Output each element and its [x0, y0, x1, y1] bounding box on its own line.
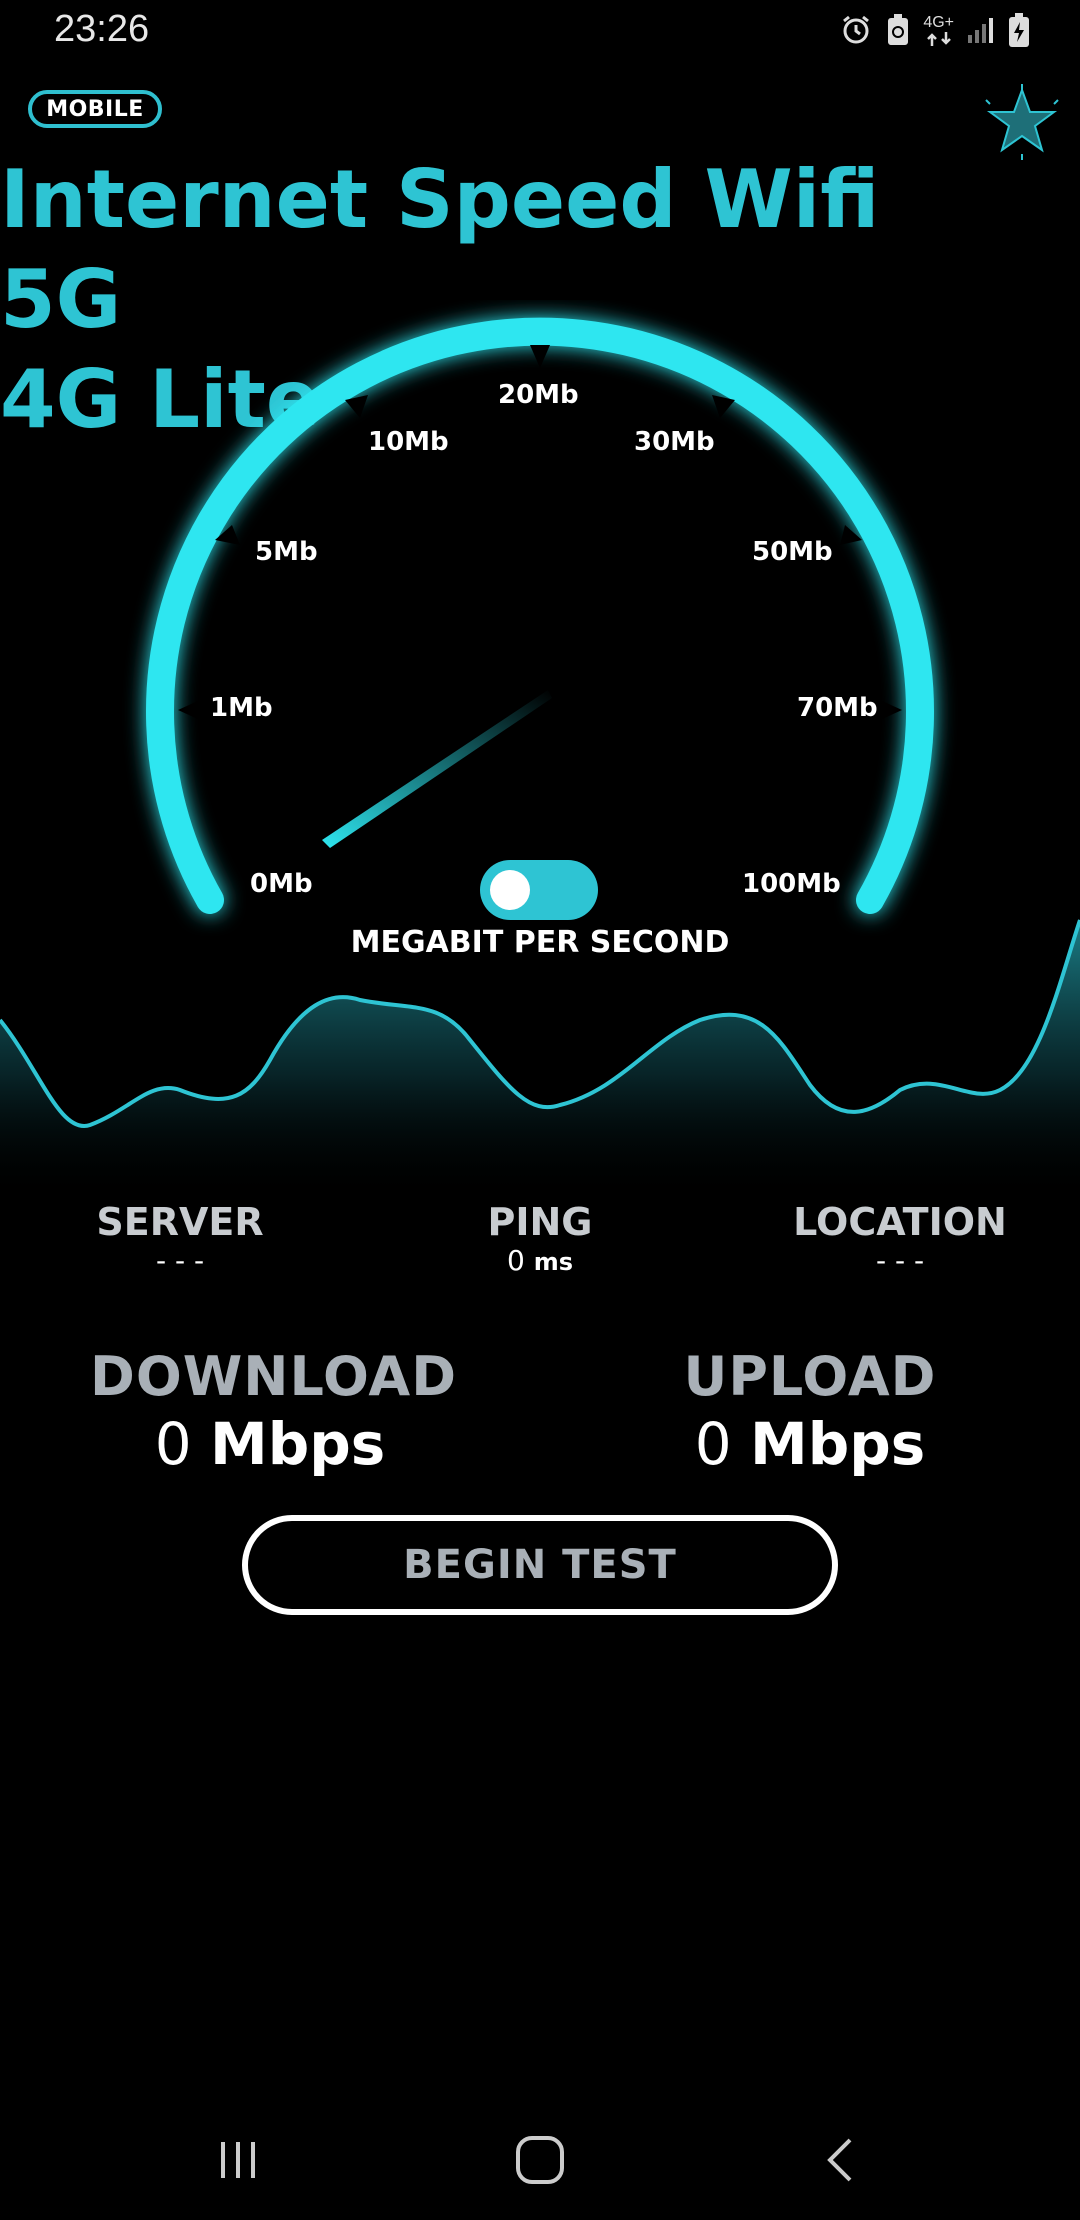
stat-server: SERVER - - -: [30, 1200, 330, 1278]
tick-label: 0Mb: [250, 869, 313, 899]
battery-saver-icon: [885, 13, 911, 51]
tick-label: 50Mb: [752, 537, 833, 567]
ping-label: PING: [487, 1200, 593, 1244]
navigation-bar: [0, 2100, 1080, 2210]
star-icon[interactable]: [984, 84, 1060, 160]
tick-label: 1Mb: [210, 693, 273, 723]
recent-apps-icon[interactable]: [208, 2130, 268, 2190]
stat-ping: PING 0 ms: [390, 1200, 690, 1279]
status-icons: 4G+: [839, 12, 1030, 52]
stat-location: LOCATION - - -: [750, 1200, 1050, 1278]
tick-label: 30Mb: [634, 427, 715, 457]
tick-label: 10Mb: [368, 427, 449, 457]
ping-unit: ms: [533, 1248, 574, 1276]
gauge-arc: [146, 317, 934, 914]
signal-icon: [966, 15, 996, 49]
location-label: LOCATION: [793, 1200, 1007, 1244]
begin-test-button[interactable]: BEGIN TEST: [242, 1515, 838, 1615]
mobile-badge[interactable]: MOBILE: [28, 90, 162, 128]
alarm-icon: [839, 13, 873, 51]
upload-value-row: 0 Mbps: [630, 1409, 990, 1479]
tick-label: 20Mb: [498, 380, 579, 410]
ping-value: 0: [506, 1244, 525, 1277]
gauge-needle: [322, 690, 552, 848]
upload-unit: Mbps: [750, 1410, 926, 1478]
status-time: 23:26: [54, 8, 150, 50]
ping-value-row: 0 ms: [390, 1244, 690, 1279]
upload-panel: UPLOAD 0 Mbps: [630, 1345, 990, 1479]
status-bar: 23:26 4G+: [0, 0, 1080, 64]
battery-charging-icon: [1008, 12, 1030, 52]
upload-label: UPLOAD: [683, 1345, 937, 1408]
download-panel: DOWNLOAD 0 Mbps: [90, 1345, 458, 1479]
server-value: - - -: [155, 1244, 205, 1277]
tick-label: 100Mb: [742, 869, 841, 899]
home-icon[interactable]: [510, 2130, 570, 2190]
network-4g-icon: 4G+: [923, 14, 954, 50]
speed-wave: [0, 919, 1080, 1200]
upload-value: 0: [694, 1410, 732, 1478]
download-label: DOWNLOAD: [90, 1345, 458, 1408]
download-value-row: 0 Mbps: [90, 1409, 450, 1479]
tick-label: 70Mb: [797, 693, 878, 723]
back-icon[interactable]: [812, 2130, 872, 2190]
tick-label: 5Mb: [255, 537, 318, 567]
server-label: SERVER: [96, 1200, 264, 1244]
download-value: 0: [154, 1410, 192, 1478]
download-unit: Mbps: [210, 1410, 386, 1478]
location-value: - - -: [875, 1244, 925, 1277]
